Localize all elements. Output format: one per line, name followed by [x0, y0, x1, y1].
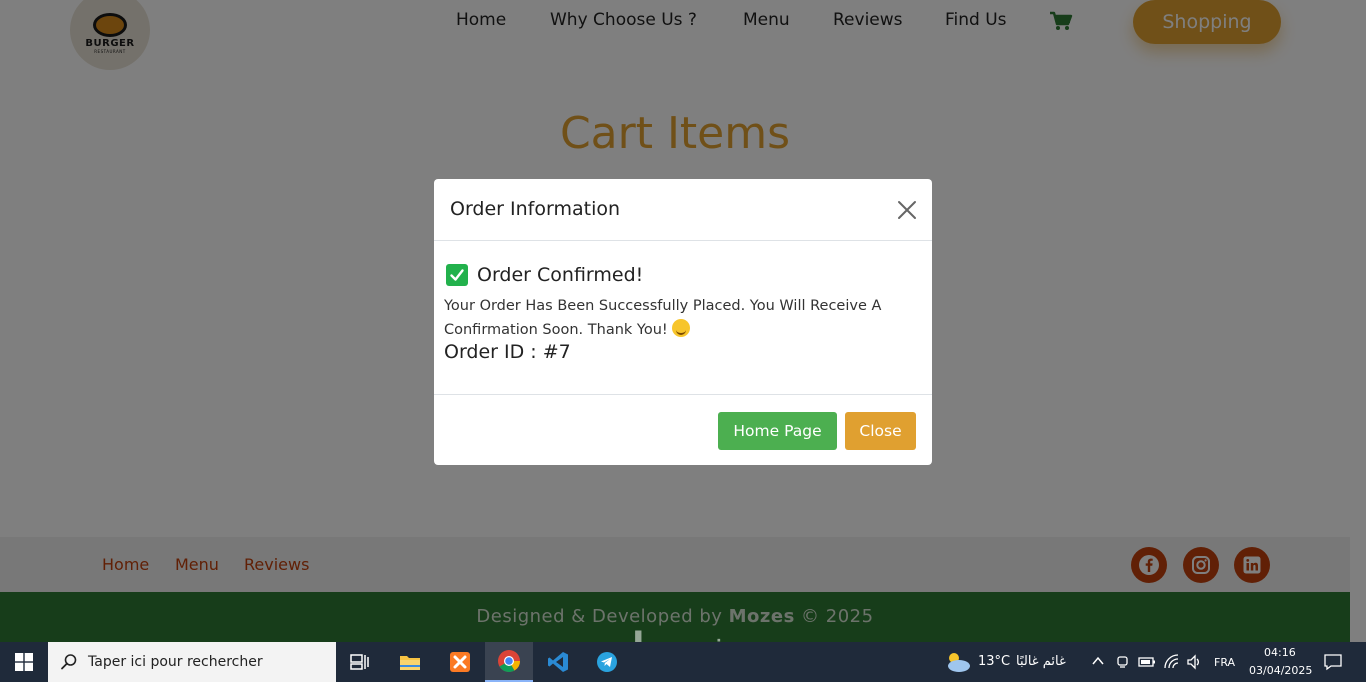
close-button[interactable]: Close [845, 412, 916, 450]
confirm-message: Your Order Has Been Successfully Placed.… [444, 298, 882, 338]
weather-temp[interactable]: 13°C [978, 654, 1010, 669]
close-icon[interactable] [896, 199, 918, 221]
task-view-icon[interactable] [336, 642, 384, 682]
search-icon [61, 654, 77, 670]
xampp-icon[interactable] [436, 642, 484, 682]
weather-text[interactable]: غائم غالبًا [1016, 654, 1066, 669]
order-modal: Order Information Order Confirmed! Your … [434, 179, 932, 465]
modal-title: Order Information [450, 198, 621, 220]
confirm-title: Order Confirmed! [477, 264, 644, 286]
modal-body: Order Confirmed! Your Order Has Been Suc… [434, 242, 932, 394]
confirm-row: Order Confirmed! [446, 262, 643, 288]
chevron-up-icon[interactable] [1092, 656, 1104, 666]
check-mark-icon [446, 264, 468, 286]
smile-emoji-icon [671, 319, 690, 337]
search-placeholder: Taper ici pour rechercher [88, 654, 263, 670]
windows-start-icon[interactable] [0, 642, 48, 682]
clock-date[interactable]: 03/04/2025 [1249, 664, 1312, 677]
order-id: Order ID : #7 [444, 341, 571, 363]
modal-header: Order Information [434, 179, 932, 241]
modal-footer: Home Page Close [434, 394, 932, 465]
volume-icon[interactable] [1186, 654, 1202, 670]
weather-cloud-icon[interactable] [944, 650, 972, 674]
clock-time[interactable]: 04:16 [1264, 646, 1296, 659]
taskbar: Taper ici pour rechercher 13°C غائم غالب… [0, 642, 1366, 682]
battery-icon[interactable] [1138, 655, 1156, 669]
telegram-icon[interactable] [583, 642, 631, 682]
notification-icon[interactable] [1324, 653, 1342, 671]
home-page-button[interactable]: Home Page [718, 412, 837, 450]
chrome-icon[interactable] [485, 642, 533, 682]
language-indicator[interactable]: FRA [1214, 656, 1235, 669]
taskbar-search[interactable]: Taper ici pour rechercher [48, 642, 336, 682]
vscode-icon[interactable] [534, 642, 582, 682]
meet-now-icon[interactable] [1116, 654, 1130, 670]
wifi-icon[interactable] [1164, 654, 1180, 670]
file-explorer-icon[interactable] [386, 642, 434, 682]
